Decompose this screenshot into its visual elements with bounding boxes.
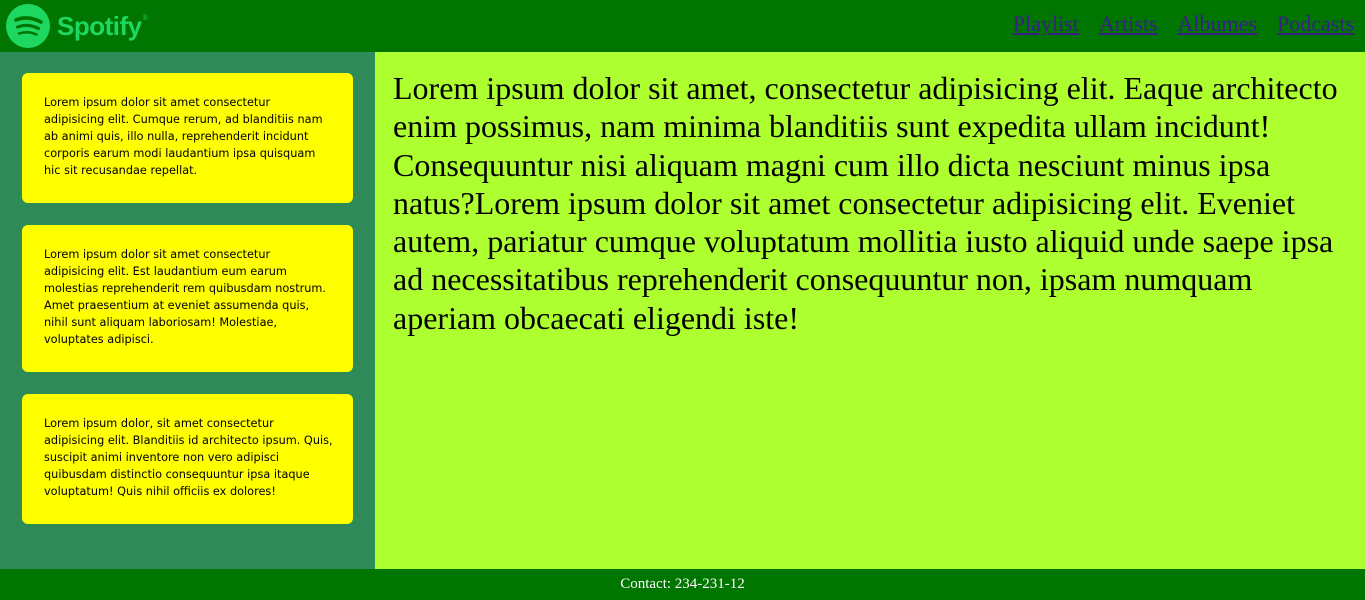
sidebar-card: Lorem ipsum dolor sit amet consectetur a… [22,225,353,372]
nav-link-albumes[interactable]: Albumes [1178,11,1257,37]
main-text: Lorem ipsum dolor sit amet, consectetur … [393,70,1338,336]
sidebar-card-text: Lorem ipsum dolor sit amet consectetur a… [44,247,327,346]
header: Spotify ® Playlist Artists Albumes Podca… [0,0,1365,52]
spotify-logo-icon [5,3,51,49]
spotify-logo[interactable]: Spotify ® [5,3,148,49]
footer-contact: Contact: 234-231-12 [620,576,745,592]
logo-trademark: ® [142,15,148,22]
sidebar-card-text: Lorem ipsum dolor sit amet consectetur a… [44,95,323,177]
sidebar-card: Lorem ipsum dolor, sit amet consectetur … [22,394,353,524]
nav-link-playlist[interactable]: Playlist [1013,11,1079,37]
main-content: Lorem ipsum dolor sit amet, consectetur … [375,52,1365,569]
nav-link-artists[interactable]: Artists [1099,11,1158,37]
sidebar-card: Lorem ipsum dolor sit amet consectetur a… [22,73,353,203]
nav-link-podcasts[interactable]: Podcasts [1277,11,1354,37]
sidebar-card-text: Lorem ipsum dolor, sit amet consectetur … [44,416,333,498]
logo-text: Spotify [57,10,142,41]
main-nav: Playlist Artists Albumes Podcasts [1013,11,1354,37]
footer: Contact: 234-231-12 [0,569,1365,600]
